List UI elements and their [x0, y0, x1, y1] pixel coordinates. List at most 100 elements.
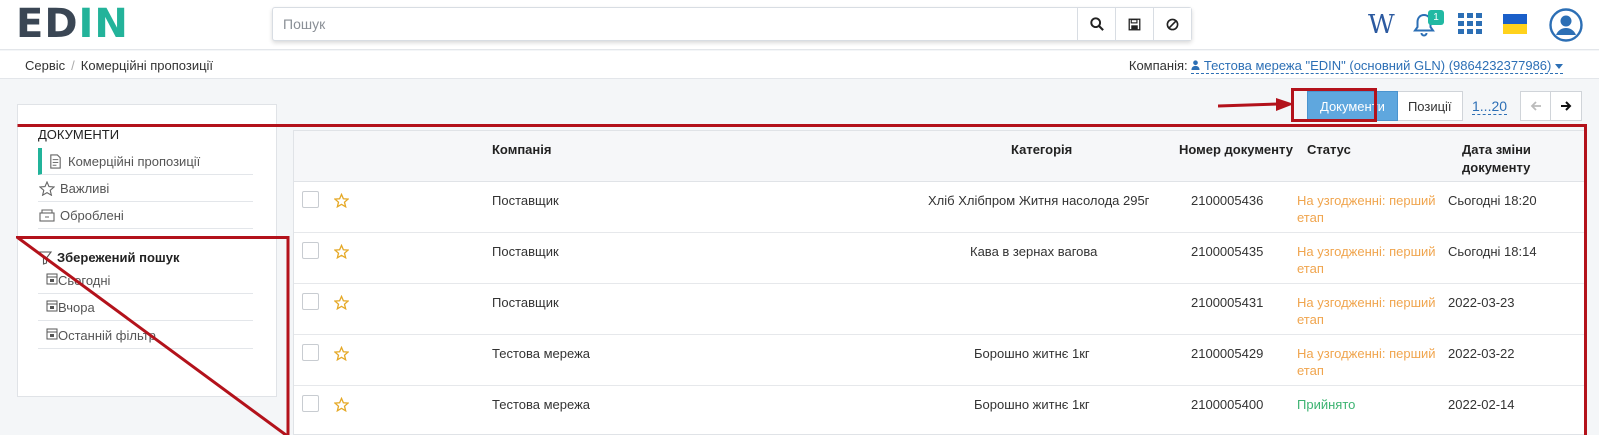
status-line2: етап: [1297, 312, 1324, 327]
sidebar-item-important[interactable]: Важливі: [38, 175, 253, 202]
page-range[interactable]: 1...20: [1472, 98, 1508, 115]
status-line1: На узгодженні: перший: [1297, 295, 1436, 310]
user-icon: [1549, 8, 1583, 42]
arrow-left-icon: [1530, 101, 1541, 111]
star-icon[interactable]: [333, 345, 350, 364]
star-icon[interactable]: [333, 243, 350, 262]
cell-company: Поставщик: [492, 295, 559, 310]
date-header-line2: документу: [1462, 160, 1531, 175]
saved-search-item-label: Останній фільтр: [58, 327, 156, 343]
search-button[interactable]: [1077, 8, 1115, 40]
cell-status: На узгодженні: перший етап: [1297, 294, 1436, 328]
breadcrumb-current: Комерційні пропозиції: [80, 58, 214, 73]
save-icon: [1128, 18, 1141, 30]
cell-status: Прийнято: [1297, 397, 1356, 412]
logo-text-i: I: [78, 1, 95, 47]
search-input[interactable]: [273, 8, 1077, 40]
document-icon: [46, 153, 64, 169]
saved-search-item-label: Вчора: [58, 299, 95, 315]
star-icon[interactable]: [333, 396, 350, 415]
cell-doc-number: 2100005435: [1191, 244, 1264, 259]
row-checkbox[interactable]: [302, 395, 319, 412]
status-line2: етап: [1297, 261, 1324, 276]
company-selector: Компанія: Тестова мережа "EDIN" (основни…: [1129, 58, 1563, 74]
filter-icon: [38, 250, 52, 265]
flag-icon[interactable]: [1503, 14, 1527, 34]
company-value: Тестова мережа "EDIN" (основний GLN) (98…: [1203, 58, 1552, 73]
saved-search-label: Збережений пошук: [57, 250, 180, 265]
column-header-date[interactable]: Дата зміни документу: [1462, 141, 1531, 177]
column-header-category[interactable]: Категорія: [1011, 141, 1072, 159]
star-icon[interactable]: [333, 192, 350, 211]
save-search-button[interactable]: [1115, 8, 1153, 40]
cell-doc-number: 2100005400: [1191, 397, 1264, 412]
company-dropdown[interactable]: Тестова мережа "EDIN" (основний GLN) (98…: [1191, 58, 1563, 74]
cell-status: На узгодженні: перший етап: [1297, 345, 1436, 379]
logo-text-n: N: [94, 1, 129, 47]
cell-category: Борошно житнє 1кг: [974, 346, 1090, 361]
status-line1: На узгодженні: перший: [1297, 193, 1436, 208]
apps-button[interactable]: [1458, 13, 1482, 38]
next-page-button[interactable]: [1551, 91, 1582, 121]
cell-status: На узгодженні: перший етап: [1297, 192, 1436, 226]
saved-search-yesterday[interactable]: Вчора: [38, 294, 253, 321]
cell-company: Поставщик: [492, 193, 559, 208]
row-checkbox[interactable]: [302, 344, 319, 361]
table-header: Компанія Категорія Номер документу Стату…: [294, 131, 1585, 182]
table-row[interactable]: Тестова мережа Борошно житнє 1кг 2100005…: [294, 386, 1585, 435]
table-row[interactable]: Поставщик 2100005431 На узгодженні: перш…: [294, 284, 1585, 335]
calendar-icon: [46, 299, 58, 315]
sidebar-item-label: Оброблені: [60, 207, 124, 223]
clear-search-button[interactable]: [1153, 8, 1191, 40]
breadcrumb: Сервіс / Комерційні пропозиції: [25, 58, 213, 73]
breadcrumb-separator: /: [71, 58, 75, 73]
user-small-icon: [1191, 60, 1200, 70]
positions-button[interactable]: Позиції: [1397, 91, 1463, 121]
breadcrumb-service[interactable]: Сервіс: [25, 58, 65, 73]
table-row[interactable]: Тестова мережа Борошно житнє 1кг 2100005…: [294, 335, 1585, 386]
logo-text-ed: ED: [16, 1, 79, 47]
row-checkbox[interactable]: [302, 293, 319, 310]
date-header-line1: Дата зміни: [1462, 142, 1531, 157]
cell-date: 2022-03-23: [1448, 295, 1515, 310]
cell-category: Борошно житнє 1кг: [974, 397, 1090, 412]
sidebar-item-processed[interactable]: Оброблені: [38, 202, 253, 229]
cell-date: 2022-02-14: [1448, 397, 1515, 412]
annotation-arrow-icon: [1218, 98, 1294, 111]
edin-logo[interactable]: ED I N: [16, 1, 129, 47]
chevron-down-icon: [1555, 64, 1563, 69]
saved-search-today[interactable]: Сьогодні: [38, 267, 253, 294]
cell-category: Хліб Хлібпром Житня насолода 295г: [928, 193, 1150, 208]
cell-company: Тестова мережа: [492, 397, 590, 412]
column-header-status[interactable]: Статус: [1307, 141, 1351, 159]
cell-company: Тестова мережа: [492, 346, 590, 361]
cell-doc-number: 2100005436: [1191, 193, 1264, 208]
saved-search-title: Збережений пошук: [38, 250, 180, 265]
documents-table: Компанія Категорія Номер документу Стату…: [293, 130, 1586, 435]
clear-icon: [1166, 18, 1179, 30]
search-icon: [1089, 17, 1104, 31]
star-icon[interactable]: [333, 294, 350, 313]
wiki-icon[interactable]: W: [1368, 10, 1395, 40]
column-header-doc-number[interactable]: Номер документу: [1179, 141, 1293, 159]
row-checkbox[interactable]: [302, 191, 319, 208]
cell-category: Кава в зернах вагова: [970, 244, 1098, 259]
cell-doc-number: 2100005429: [1191, 346, 1264, 361]
documents-button[interactable]: Документи: [1307, 91, 1398, 121]
table-row[interactable]: Поставщик Кава в зернах вагова 210000543…: [294, 233, 1585, 284]
pagination: [1520, 91, 1582, 121]
arrow-right-icon: [1561, 101, 1572, 111]
prev-page-button[interactable]: [1520, 91, 1551, 121]
star-icon: [38, 180, 56, 196]
status-line2: етап: [1297, 210, 1324, 225]
cell-date: Сьогодні 18:20: [1448, 193, 1537, 208]
row-checkbox[interactable]: [302, 242, 319, 259]
sidebar-item-commercial-offers[interactable]: Комерційні пропозиції: [38, 148, 253, 175]
saved-search-last-filter[interactable]: Останній фільтр: [38, 322, 253, 349]
calendar-icon: [46, 327, 58, 343]
table-row[interactable]: Поставщик Хліб Хлібпром Житня насолода 2…: [294, 182, 1585, 233]
column-header-company[interactable]: Компанія: [492, 141, 551, 159]
user-avatar[interactable]: [1549, 8, 1583, 45]
cell-status: На узгодженні: перший етап: [1297, 243, 1436, 277]
sidebar: ДОКУМЕНТИ Комерційні пропозиції Важливі …: [17, 104, 277, 397]
